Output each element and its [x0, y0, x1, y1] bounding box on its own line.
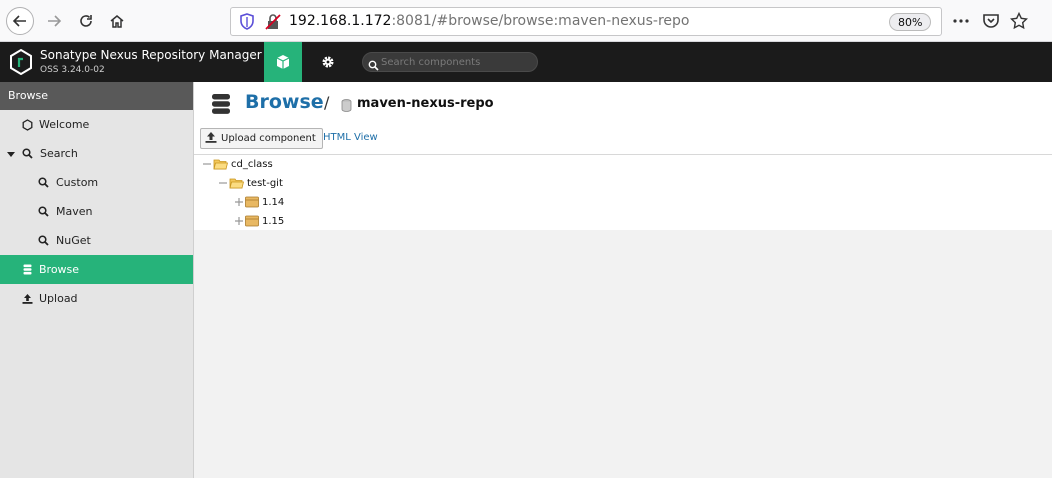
reload-button[interactable]	[72, 7, 100, 35]
tree-node-1-15[interactable]: 1.15	[234, 213, 284, 229]
sidebar-item-label: Custom	[56, 176, 99, 189]
tree-node-label: cd_class	[231, 158, 273, 170]
tree-node-1-14[interactable]: 1.14	[234, 194, 284, 210]
arrow-right-icon	[48, 15, 62, 27]
tree-node-label: 1.15	[262, 215, 285, 227]
sidebar-item-upload[interactable]: Upload	[0, 284, 193, 313]
sidebar-item-label: Welcome	[39, 118, 90, 131]
page-actions-button[interactable]	[952, 12, 970, 30]
search-box[interactable]	[362, 52, 538, 72]
search-input[interactable]	[381, 55, 531, 69]
cube-icon	[276, 55, 290, 69]
arrow-left-icon	[12, 15, 26, 27]
sidebar-item-label: NuGet	[56, 234, 91, 247]
tree-node-cd-class[interactable]: cd_class	[202, 156, 273, 172]
main-content: Browse / maven-nexus-repo Upload compone…	[194, 82, 1052, 478]
app-header: Sonatype Nexus Repository Manager OSS 3.…	[0, 42, 1052, 82]
sidebar-item-label: Upload	[39, 292, 78, 305]
url-host: 192.168.1.172	[289, 13, 392, 29]
sidebar-item-maven[interactable]: Maven	[0, 197, 193, 226]
shield-icon[interactable]	[239, 13, 255, 35]
upload-icon	[205, 131, 217, 146]
sidebar-item-label: Maven	[56, 205, 93, 218]
sidebar-item-custom[interactable]: Custom	[0, 168, 193, 197]
component-box-icon	[245, 196, 259, 208]
folder-open-icon	[229, 177, 244, 189]
sidebar-header: Browse	[0, 82, 193, 110]
repository-icon	[341, 97, 352, 116]
pocket-button[interactable]	[982, 12, 1000, 30]
sidebar-item-label: Search	[40, 147, 78, 160]
back-button[interactable]	[6, 7, 34, 35]
search-icon	[38, 235, 49, 246]
reload-icon	[80, 15, 92, 27]
database-icon	[211, 93, 231, 119]
more-horizontal-icon	[953, 19, 969, 23]
divider	[194, 154, 1052, 155]
expand-toggle-icon[interactable]	[234, 216, 244, 226]
browser-toolbar: 192.168.1.172:8081/#browse/browse:maven-…	[0, 0, 1052, 42]
home-icon	[110, 15, 124, 28]
app-version: OSS 3.24.0-02	[40, 65, 105, 75]
forward-button[interactable]	[40, 7, 68, 35]
gear-icon	[322, 56, 334, 68]
breadcrumb-repository: maven-nexus-repo	[357, 96, 494, 111]
nexus-logo-icon[interactable]	[9, 48, 33, 79]
sidebar: Browse Welcome Search Custom Maven NuGet	[0, 82, 194, 478]
browse-mode-button[interactable]	[264, 42, 302, 82]
collapse-toggle-icon[interactable]	[218, 178, 228, 188]
collapse-toggle-icon[interactable]	[202, 159, 212, 169]
pocket-icon	[983, 14, 999, 28]
address-bar[interactable]: 192.168.1.172:8081/#browse/browse:maven-…	[230, 7, 942, 36]
html-view-link[interactable]: HTML View	[323, 132, 378, 143]
tree-node-label: test-git	[247, 177, 283, 189]
sidebar-item-label: Browse	[39, 263, 80, 276]
expand-toggle-icon[interactable]	[234, 197, 244, 207]
home-button[interactable]	[103, 7, 131, 35]
insecure-lock-icon[interactable]	[265, 13, 281, 35]
sidebar-item-search[interactable]: Search	[0, 139, 193, 168]
caret-down-icon[interactable]	[7, 150, 15, 158]
zoom-level-badge[interactable]: 80%	[889, 13, 932, 31]
database-icon	[23, 264, 32, 275]
sidebar-item-welcome[interactable]: Welcome	[0, 110, 193, 139]
star-icon	[1010, 12, 1028, 30]
app-title: Sonatype Nexus Repository Manager	[40, 48, 262, 62]
upload-component-button[interactable]: Upload component	[200, 128, 323, 149]
folder-open-icon	[213, 158, 228, 170]
admin-mode-button[interactable]	[312, 42, 344, 82]
sidebar-item-nuget[interactable]: NuGet	[0, 226, 193, 255]
bookmark-star-button[interactable]	[1010, 12, 1028, 30]
hexagon-icon	[22, 118, 33, 131]
url-text[interactable]: 192.168.1.172:8081/#browse/browse:maven-…	[289, 13, 689, 29]
browse-panel: Browse / maven-nexus-repo Upload compone…	[194, 82, 1052, 230]
component-box-icon	[245, 215, 259, 227]
page-title[interactable]: Browse	[245, 91, 324, 113]
search-icon	[368, 56, 379, 75]
search-icon	[22, 148, 33, 159]
breadcrumb-separator: /	[324, 93, 330, 112]
search-icon	[38, 206, 49, 217]
sidebar-item-browse[interactable]: Browse	[0, 255, 193, 284]
tree-node-test-git[interactable]: test-git	[218, 175, 283, 191]
url-path: :8081/#browse/browse:maven-nexus-repo	[391, 13, 690, 29]
tree-node-label: 1.14	[262, 196, 285, 208]
upload-icon	[22, 293, 33, 304]
upload-component-label: Upload component	[221, 133, 316, 144]
search-icon	[38, 177, 49, 188]
